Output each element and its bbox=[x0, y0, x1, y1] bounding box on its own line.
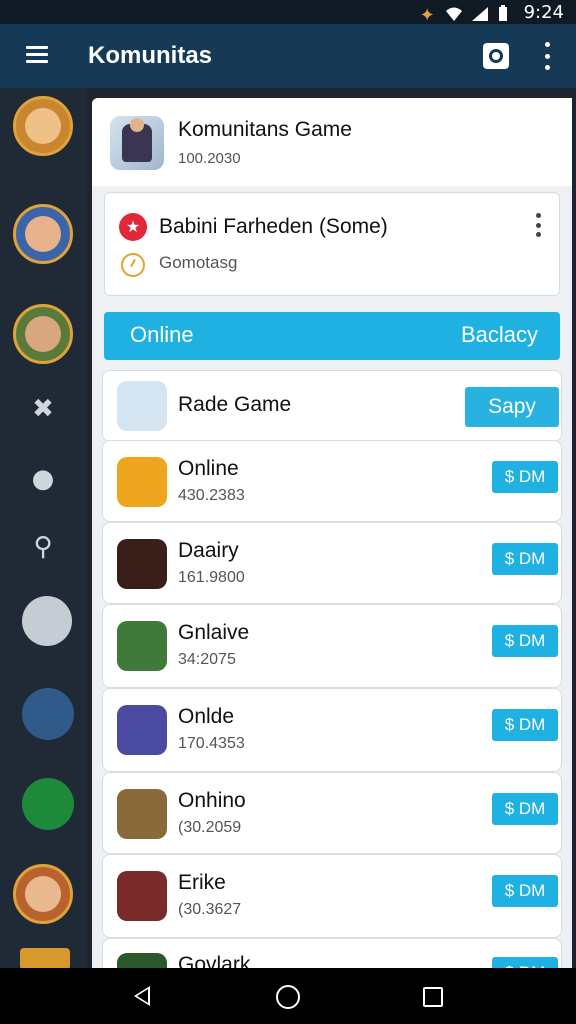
price-button[interactable]: $ DM bbox=[492, 875, 558, 907]
game-meta: (30.2059 bbox=[178, 819, 242, 836]
community-avatar-2[interactable] bbox=[13, 204, 73, 264]
game-icon bbox=[117, 621, 167, 671]
game-title: Govlark bbox=[178, 953, 251, 968]
game-title: Daairy bbox=[178, 539, 239, 562]
profile-name: Babini Farheden (Some) bbox=[159, 215, 388, 238]
system-nav-bar bbox=[0, 968, 576, 1024]
status-time: 9:24 bbox=[523, 1, 564, 23]
price-button[interactable]: $ DM bbox=[492, 793, 558, 825]
list-item[interactable]: Govlark $ DM bbox=[102, 938, 562, 968]
price-button[interactable]: $ DM bbox=[492, 625, 558, 657]
community-rail: ✖ ● ⚲ bbox=[0, 88, 86, 970]
list-item[interactable]: Erike (30.3627 $ DM bbox=[102, 854, 562, 938]
game-meta: 430.2383 bbox=[178, 487, 245, 504]
cell-signal-icon bbox=[471, 5, 488, 21]
list-item[interactable]: Gnlaive 34:2075 $ DM bbox=[102, 604, 562, 688]
game-meta: 34:2075 bbox=[178, 651, 236, 668]
page-title: Komunitans Game bbox=[178, 118, 352, 141]
game-icon bbox=[117, 789, 167, 839]
game-title: Online bbox=[178, 457, 239, 480]
search-icon[interactable]: ⚲ bbox=[28, 532, 58, 562]
home-icon[interactable] bbox=[276, 985, 300, 1009]
price-button[interactable]: $ DM bbox=[492, 543, 558, 575]
check-badge-icon[interactable] bbox=[22, 778, 74, 830]
main-content: Komunitans Game 100.2030 ★ Babini Farhed… bbox=[92, 98, 572, 968]
list-item[interactable]: Onhino (30.2059 $ DM bbox=[102, 772, 562, 854]
more-vert-icon[interactable] bbox=[540, 42, 554, 70]
app-bar: Komunitas bbox=[0, 24, 576, 88]
community-avatar-3[interactable] bbox=[13, 304, 73, 364]
status-bar: ✦ 9:24 bbox=[0, 0, 576, 25]
game-icon bbox=[117, 953, 167, 968]
tab-bar: Online Baclacy bbox=[104, 312, 560, 360]
community-avatar-4[interactable] bbox=[13, 864, 73, 924]
star-icon: ★ bbox=[119, 213, 147, 241]
tab-online[interactable]: Online bbox=[130, 322, 194, 348]
game-title: Onlde bbox=[178, 705, 235, 728]
game-meta: (30.3627 bbox=[178, 901, 242, 918]
list-item[interactable]: Online 430.2383 $ DM bbox=[102, 440, 562, 522]
price-button[interactable]: $ DM bbox=[492, 709, 558, 741]
avatar bbox=[25, 316, 61, 352]
avatar bbox=[25, 876, 61, 912]
game-title: Gnlaive bbox=[178, 621, 250, 644]
price-button[interactable]: $ DM bbox=[492, 957, 558, 968]
chat-icon[interactable] bbox=[483, 43, 509, 69]
price-button[interactable]: $ DM bbox=[492, 461, 558, 493]
sword-icon[interactable]: ✖ bbox=[28, 394, 58, 424]
community-avatar-1[interactable] bbox=[13, 96, 73, 156]
back-icon[interactable] bbox=[134, 986, 150, 1006]
wifi-icon bbox=[445, 5, 462, 21]
battery-icon bbox=[498, 5, 514, 21]
game-icon bbox=[117, 539, 167, 589]
page-subtitle: 100.2030 bbox=[178, 150, 241, 167]
menu-icon[interactable] bbox=[26, 46, 48, 64]
app-title: Komunitas bbox=[88, 42, 213, 69]
community-badge-icon[interactable] bbox=[22, 688, 74, 740]
community-avatar-5[interactable] bbox=[20, 948, 70, 970]
recent-apps-icon[interactable] bbox=[423, 987, 443, 1007]
game-icon bbox=[117, 871, 167, 921]
featured-game-row[interactable]: Rade Game Sapy bbox=[102, 370, 562, 442]
community-header: Komunitans Game 100.2030 bbox=[92, 98, 572, 186]
game-title: Onhino bbox=[178, 789, 246, 812]
game-thumbnail bbox=[110, 116, 164, 170]
game-meta: 170.4353 bbox=[178, 735, 245, 752]
signal-icon: ✦ bbox=[419, 5, 435, 25]
list-item[interactable]: Daairy 161.9800 $ DM bbox=[102, 522, 562, 604]
profile-card[interactable]: ★ Babini Farheden (Some) Gomotasg bbox=[104, 192, 560, 296]
gamepad-icon[interactable] bbox=[22, 596, 72, 646]
game-title: Erike bbox=[178, 871, 226, 894]
tab-right[interactable]: Baclacy bbox=[461, 322, 538, 348]
trophy-icon bbox=[117, 381, 167, 431]
featured-game-button[interactable]: Sapy bbox=[465, 387, 559, 427]
game-meta: 161.9800 bbox=[178, 569, 245, 586]
avatar bbox=[25, 216, 61, 252]
ghost-icon[interactable]: ● bbox=[28, 464, 58, 494]
game-icon bbox=[117, 705, 167, 755]
list-item[interactable]: Onlde 170.4353 $ DM bbox=[102, 688, 562, 772]
profile-status: Gomotasg bbox=[159, 253, 238, 272]
clock-icon bbox=[121, 253, 145, 277]
more-vert-icon[interactable] bbox=[533, 213, 543, 237]
game-icon bbox=[117, 457, 167, 507]
featured-game-title: Rade Game bbox=[178, 393, 292, 416]
avatar bbox=[25, 108, 61, 144]
